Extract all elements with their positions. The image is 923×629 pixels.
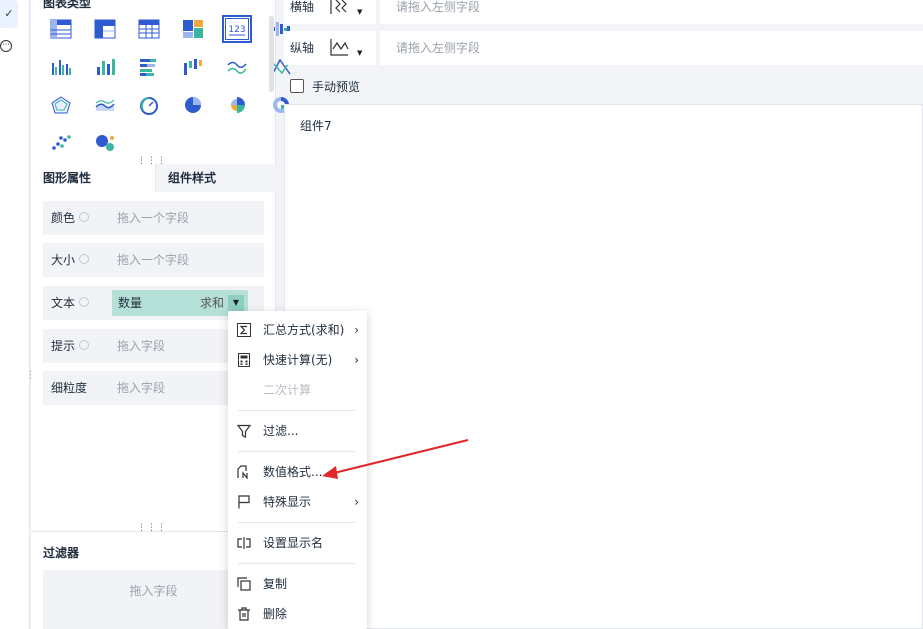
y-axis-type-icon[interactable]: [328, 37, 350, 57]
menu-item-label: 设置显示名: [263, 536, 324, 550]
menu-item-label: 删除: [263, 607, 288, 621]
manual-preview-label: 手动预览: [312, 79, 361, 94]
menu-item-label: 过滤...: [263, 424, 299, 438]
menu-item-filter[interactable]: 过滤...: [228, 417, 367, 445]
tooltip-placeholder: 拖入字段: [117, 339, 166, 353]
tab-graphic-properties[interactable]: 图形属性: [31, 164, 155, 192]
menu-item-copy[interactable]: 复制: [228, 570, 367, 598]
delete-icon: [238, 607, 250, 621]
cross-table-icon[interactable]: [87, 14, 123, 44]
manual-preview-checkbox[interactable]: [290, 79, 304, 93]
rose-pie-icon[interactable]: [219, 90, 255, 120]
x-axis-label-box[interactable]: 横轴 ▼: [284, 0, 376, 24]
y-axis-label-box[interactable]: 纵轴 ▼: [284, 31, 376, 65]
settings-icon[interactable]: [79, 254, 89, 264]
menu-item-label: 数值格式...: [263, 465, 323, 479]
copy-icon: [237, 577, 251, 591]
color-label: 颜色: [51, 211, 76, 225]
check-icon[interactable]: ✓: [0, 0, 18, 28]
menu-item-label: 二次计算: [263, 383, 312, 397]
menu-item-delete[interactable]: 删除: [228, 600, 367, 628]
menu-item-label: 快速计算(无): [263, 353, 333, 367]
table-icon[interactable]: [43, 14, 79, 44]
gauge-icon[interactable]: [131, 90, 167, 120]
treemap-icon[interactable]: [175, 14, 211, 44]
field-name: 数量: [118, 296, 143, 310]
component-title: 组件7: [300, 119, 332, 133]
size-placeholder: 拖入一个字段: [117, 253, 190, 267]
menu-divider: [238, 410, 355, 411]
svg-text:123: 123: [228, 25, 245, 35]
sigma-icon: [237, 323, 251, 337]
filter-title: 过滤器: [43, 546, 80, 560]
bubble-icon[interactable]: [87, 128, 123, 158]
flag-icon: [238, 495, 250, 509]
settings-icon[interactable]: [79, 340, 89, 350]
property-tabs: 图形属性 组件样式: [31, 164, 276, 192]
x-axis-drop-zone[interactable]: 请拖入左侧字段: [380, 0, 923, 24]
x-axis-type-icon[interactable]: [328, 0, 350, 16]
caret-down-icon[interactable]: ▼: [357, 49, 362, 57]
number-format-icon: [237, 465, 248, 479]
filter-icon: [237, 424, 251, 438]
menu-item-label: 汇总方式(求和): [263, 323, 345, 337]
menu-item-rename[interactable]: 设置显示名: [228, 529, 367, 557]
chart-type-scrollbar[interactable]: [269, 16, 274, 92]
menu-divider: [238, 563, 355, 564]
line-icon[interactable]: [219, 52, 255, 82]
x-axis-label: 横轴: [290, 0, 315, 14]
grouped-bar-icon[interactable]: [43, 52, 79, 82]
settings-icon[interactable]: [79, 297, 89, 307]
chevron-right-icon: ›: [354, 495, 359, 509]
menu-divider: [238, 522, 355, 523]
y-axis-row: 纵轴 ▼ 请拖入左侧字段: [284, 31, 923, 65]
menu-item-label: 特殊显示: [263, 495, 312, 509]
caret-down-icon[interactable]: ▼: [357, 8, 362, 16]
radar-icon[interactable]: [43, 90, 79, 120]
component-canvas[interactable]: 组件7: [284, 104, 923, 629]
chevron-right-icon: ›: [354, 323, 359, 337]
column-bar-icon[interactable]: [87, 52, 123, 82]
field-context-menu: 汇总方式(求和) › 快速计算(无) › 二次计算 过滤... 数值格式... …: [228, 311, 367, 629]
more-circle-icon[interactable]: ···: [0, 40, 12, 52]
pie-icon[interactable]: [175, 90, 211, 120]
y-axis-label: 纵轴: [290, 41, 315, 55]
menu-item-label: 复制: [263, 577, 288, 591]
menu-divider: [238, 451, 355, 452]
color-placeholder: 拖入一个字段: [117, 211, 190, 225]
manual-preview-toggle[interactable]: 手动预览: [290, 78, 360, 94]
chart-type-title: 图表类型: [43, 0, 92, 10]
stacked-horizontal-bar-icon[interactable]: [131, 52, 167, 82]
rename-icon: [237, 537, 251, 549]
menu-item-number-format[interactable]: 数值格式...: [228, 458, 367, 486]
y-axis-placeholder: 请拖入左侧字段: [396, 41, 481, 55]
field-aggregation: 求和: [199, 296, 224, 310]
calculator-icon: [238, 353, 250, 367]
chart-type-grid: 123: [43, 14, 291, 158]
tab-component-style[interactable]: 组件样式: [155, 164, 276, 192]
left-rail: ✓ ···: [0, 0, 30, 629]
menu-item-special-display[interactable]: 特殊显示 ›: [228, 488, 367, 516]
color-drop-zone[interactable]: 颜色 拖入一个字段: [43, 201, 264, 235]
waterfall-bar-icon[interactable]: [175, 52, 211, 82]
granularity-label: 细粒度: [51, 381, 88, 395]
menu-item-secondary-calc: 二次计算: [228, 376, 367, 404]
menu-item-aggregation[interactable]: 汇总方式(求和) ›: [228, 316, 367, 344]
tooltip-label: 提示: [51, 339, 76, 353]
x-axis-placeholder: 请拖入左侧字段: [396, 0, 481, 14]
size-drop-zone[interactable]: 大小 拖入一个字段: [43, 243, 264, 277]
scatter-icon[interactable]: [43, 128, 79, 158]
detail-table-icon[interactable]: [131, 14, 167, 44]
caret-down-icon[interactable]: ▼: [228, 295, 244, 311]
granularity-placeholder: 拖入字段: [117, 381, 166, 395]
menu-item-quick-calc[interactable]: 快速计算(无) ›: [228, 346, 367, 374]
text-label: 文本: [51, 296, 76, 310]
y-axis-drop-zone[interactable]: 请拖入左侧字段: [380, 31, 923, 65]
x-axis-row: 横轴 ▼ 请拖入左侧字段: [284, 0, 923, 24]
settings-icon[interactable]: [79, 212, 89, 222]
area-icon[interactable]: [87, 90, 123, 120]
kpi-number-icon[interactable]: 123: [219, 14, 255, 44]
size-label: 大小: [51, 253, 76, 267]
chevron-right-icon: ›: [354, 353, 359, 367]
